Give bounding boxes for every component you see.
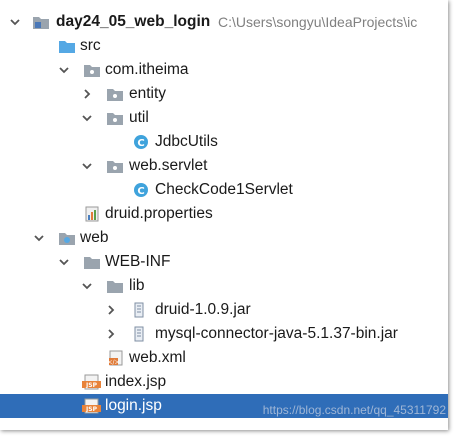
- jar-library-icon: [133, 322, 151, 346]
- tree-row-druid-jar[interactable]: druid-1.0.9.jar: [0, 298, 448, 322]
- folder-icon: [83, 250, 101, 274]
- tree-row-project-root[interactable]: day24_05_web_login C:\Users\songyu\IdeaP…: [0, 10, 448, 34]
- chevron-down-icon[interactable]: [80, 274, 94, 298]
- chevron-down-icon[interactable]: [80, 106, 94, 130]
- svg-text:JSP: JSP: [85, 406, 98, 413]
- chevron-right-icon[interactable]: [80, 82, 94, 106]
- module-folder-icon: [32, 10, 50, 34]
- tree-row-druid-properties[interactable]: druid.properties: [0, 202, 448, 226]
- tree-label-web-inf: WEB-INF: [105, 253, 171, 270]
- svg-text:</>: </>: [108, 359, 120, 366]
- package-icon: [106, 82, 124, 106]
- source-folder-icon: [58, 34, 76, 58]
- jsp-file-icon: JSP: [82, 370, 101, 394]
- folder-icon: [106, 274, 124, 298]
- jsp-file-icon: JSP: [82, 394, 101, 418]
- tree-row-checkcode-servlet[interactable]: C CheckCode1Servlet: [0, 178, 448, 202]
- chevron-down-icon[interactable]: [57, 250, 71, 274]
- chevron-right-icon[interactable]: [104, 298, 118, 322]
- tree-row-partial: [58, 425, 258, 430]
- tree-label-mysql-jar: mysql-connector-java-5.1.37-bin.jar: [155, 325, 398, 342]
- package-icon: [83, 58, 101, 82]
- project-path: C:\Users\songyu\IdeaProjects\ic: [218, 14, 418, 30]
- package-icon: [106, 154, 124, 178]
- tree-label-entity: entity: [129, 85, 167, 102]
- tree-label-lib: lib: [129, 277, 145, 294]
- tree-label-druid-properties: druid.properties: [105, 205, 213, 222]
- tree-label-package: com.itheima: [105, 61, 189, 78]
- tree-row-web[interactable]: web: [0, 226, 448, 250]
- tree-label-druid-jar: druid-1.0.9.jar: [155, 301, 251, 318]
- project-name: day24_05_web_login: [56, 13, 211, 30]
- tree-row-src[interactable]: src: [0, 34, 448, 58]
- tree-label-jdbc-utils: JdbcUtils: [155, 133, 218, 150]
- chevron-down-icon[interactable]: [32, 226, 46, 250]
- tree-label-checkcode-servlet: CheckCode1Servlet: [155, 181, 293, 198]
- tree-row-package-com-itheima[interactable]: com.itheima: [0, 58, 448, 82]
- tree-row-web-inf[interactable]: WEB-INF: [0, 250, 448, 274]
- watermark: https://blog.csdn.net/qq_45311792: [262, 403, 446, 417]
- tree-row-mysql-jar[interactable]: mysql-connector-java-5.1.37-bin.jar: [0, 322, 448, 346]
- java-class-icon: C: [133, 178, 151, 202]
- tree-row-web-servlet[interactable]: web.servlet: [0, 154, 448, 178]
- package-icon: [106, 106, 124, 130]
- svg-text:C: C: [137, 138, 144, 149]
- tree-label-src: src: [80, 37, 101, 54]
- tree-row-jdbc-utils[interactable]: C JdbcUtils: [0, 130, 448, 154]
- xml-file-icon: </>: [108, 346, 126, 370]
- tree-row-util[interactable]: util: [0, 106, 448, 130]
- chevron-right-icon[interactable]: [104, 322, 118, 346]
- chevron-down-icon[interactable]: [80, 154, 94, 178]
- tree-row-index-jsp[interactable]: JSP index.jsp: [0, 370, 448, 394]
- tree-label-util: util: [129, 109, 149, 126]
- svg-text:JSP: JSP: [85, 382, 98, 389]
- tree-row-lib[interactable]: lib: [0, 274, 448, 298]
- tree-label-web-xml: web.xml: [129, 349, 186, 366]
- properties-file-icon: [84, 202, 102, 226]
- tree-label-web-servlet: web.servlet: [129, 157, 208, 174]
- jar-library-icon: [133, 298, 151, 322]
- chevron-down-icon[interactable]: [57, 58, 71, 82]
- java-class-icon: C: [133, 130, 151, 154]
- web-folder-icon: [58, 226, 76, 250]
- svg-text:C: C: [137, 186, 144, 197]
- tree-label-index-jsp: index.jsp: [105, 373, 167, 390]
- tree-label-login-jsp: login.jsp: [105, 397, 162, 414]
- tree-row-web-xml[interactable]: </> web.xml: [0, 346, 448, 370]
- tree-row-entity[interactable]: entity: [0, 82, 448, 106]
- chevron-down-icon[interactable]: [8, 10, 22, 34]
- project-tree-panel: day24_05_web_login C:\Users\songyu\IdeaP…: [0, 0, 448, 430]
- tree-label-web: web: [80, 229, 109, 246]
